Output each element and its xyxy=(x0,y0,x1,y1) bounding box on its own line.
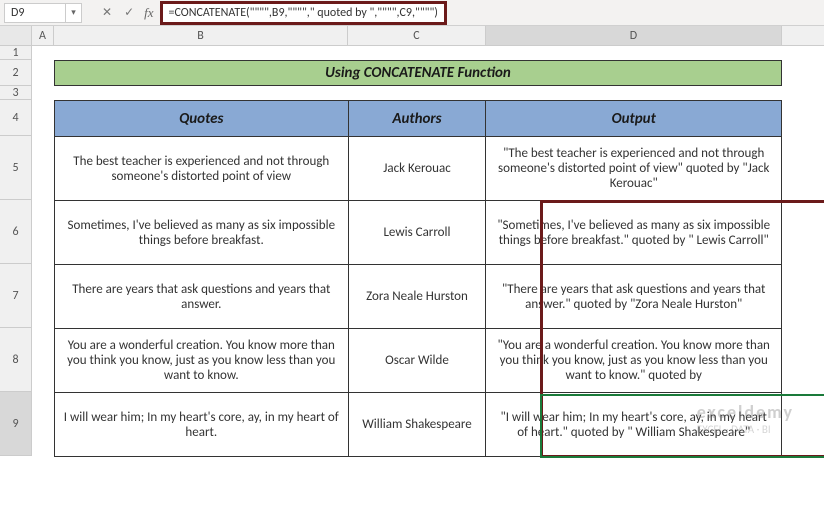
cell-quote[interactable]: You are a wonderful creation. You know m… xyxy=(55,329,349,393)
cell-author[interactable]: Zora Neale Hurston xyxy=(348,265,486,329)
formula-bar-row: D9 ▾ ✕ ✓ fx =CONCATENATE("""",B9,""""," … xyxy=(0,0,824,26)
fx-icon[interactable]: fx xyxy=(144,5,153,21)
row-header-2[interactable]: 2 xyxy=(0,60,32,86)
row-header-1[interactable]: 1 xyxy=(0,46,32,60)
select-all-corner[interactable] xyxy=(0,26,32,45)
table-row: Sometimes, I've believed as many as six … xyxy=(55,201,782,265)
cell-quote[interactable]: I will wear him; In my heart's core, ay,… xyxy=(55,393,349,457)
table-header-row: Quotes Authors Output xyxy=(55,101,782,137)
header-output[interactable]: Output xyxy=(486,101,782,137)
row-header-9[interactable]: 9 xyxy=(0,392,32,456)
table-row: The best teacher is experienced and not … xyxy=(55,137,782,201)
header-authors[interactable]: Authors xyxy=(348,101,486,137)
cell-author[interactable]: William Shakespeare xyxy=(348,393,486,457)
enter-icon[interactable]: ✓ xyxy=(124,5,134,20)
cell-quote[interactable]: Sometimes, I've believed as many as six … xyxy=(55,201,349,265)
col-header-C[interactable]: C xyxy=(348,26,486,45)
cell-output[interactable]: "There are years that ask questions and … xyxy=(486,265,782,329)
row-header-4[interactable]: 4 xyxy=(0,100,32,136)
row-header-7[interactable]: 7 xyxy=(0,264,32,328)
title-cell[interactable]: Using CONCATENATE Function xyxy=(54,60,782,86)
formula-text: =CONCATENATE("""",B9,""""," quoted by ",… xyxy=(160,1,447,25)
formula-bar-buttons: ✕ ✓ xyxy=(102,5,134,20)
cell-quote[interactable]: There are years that ask questions and y… xyxy=(55,265,349,329)
table-row: You are a wonderful creation. You know m… xyxy=(55,329,782,393)
cell-output[interactable]: "I will wear him; In my heart's core, ay… xyxy=(486,393,782,457)
row-header-5[interactable]: 5 xyxy=(0,136,32,200)
table-row: I will wear him; In my heart's core, ay,… xyxy=(55,393,782,457)
name-box[interactable]: D9 xyxy=(4,3,66,23)
table-row: There are years that ask questions and y… xyxy=(55,265,782,329)
cell-quote[interactable]: The best teacher is experienced and not … xyxy=(55,137,349,201)
cell-output[interactable]: "Sometimes, I've believed as many as six… xyxy=(486,201,782,265)
row-header-3[interactable]: 3 xyxy=(0,86,32,100)
col-header-B[interactable]: B xyxy=(54,26,348,45)
cell-output[interactable]: "The best teacher is experienced and not… xyxy=(486,137,782,201)
data-table: Quotes Authors Output The best teacher i… xyxy=(54,100,782,457)
col-header-A[interactable]: A xyxy=(32,26,54,45)
row-header-6[interactable]: 6 xyxy=(0,200,32,264)
column-headers: A B C D xyxy=(0,26,824,46)
row-header-8[interactable]: 8 xyxy=(0,328,32,392)
cell-author[interactable]: Oscar Wilde xyxy=(348,329,486,393)
header-quotes[interactable]: Quotes xyxy=(55,101,349,137)
cell-output[interactable]: "You are a wonderful creation. You know … xyxy=(486,329,782,393)
cell-author[interactable]: Jack Kerouac xyxy=(348,137,486,201)
cell-author[interactable]: Lewis Carroll xyxy=(348,201,486,265)
col-header-D[interactable]: D xyxy=(486,26,782,45)
formula-input[interactable]: =CONCATENATE("""",B9,""""," quoted by ",… xyxy=(160,3,824,23)
grid-area[interactable]: Using CONCATENATE Function Quotes Author… xyxy=(32,46,824,456)
worksheet: A B C D 1 2 3 4 5 6 7 8 9 Using CONCATEN… xyxy=(0,26,824,456)
row-headers: 1 2 3 4 5 6 7 8 9 xyxy=(0,46,32,456)
cancel-icon[interactable]: ✕ xyxy=(102,5,112,20)
name-box-dropdown[interactable]: ▾ xyxy=(66,3,82,23)
